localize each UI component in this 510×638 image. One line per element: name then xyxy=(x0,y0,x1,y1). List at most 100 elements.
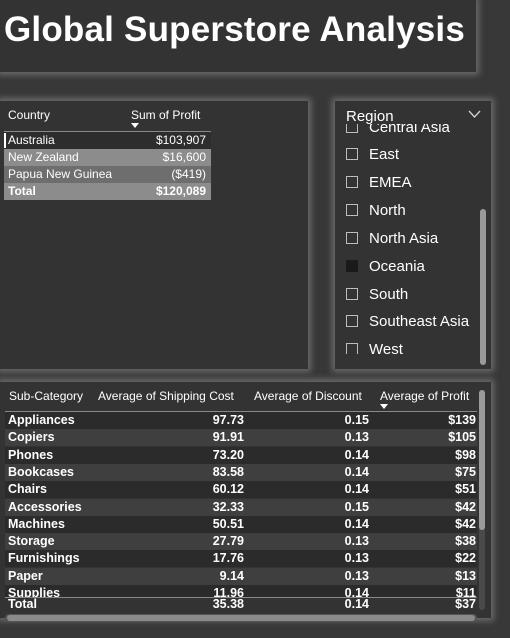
checkbox[interactable] xyxy=(346,124,358,133)
cell-country: New Zealand xyxy=(8,150,79,164)
cell-sub-category: Appliances xyxy=(8,413,75,427)
cell-avg-shipping-cost: 32.33 xyxy=(212,499,244,514)
slicer-item-label: Southeast Asia xyxy=(369,313,470,330)
row-selection-marker xyxy=(4,133,6,148)
cell-sub-category: Chairs xyxy=(8,482,47,497)
slicer-item-label: Oceania xyxy=(369,258,425,275)
cell-profit: $16,600 xyxy=(162,150,206,164)
cell-sub-category: Copiers xyxy=(8,430,55,445)
checkbox[interactable] xyxy=(346,343,358,354)
cell-avg-shipping-cost: 97.73 xyxy=(212,413,244,427)
cell-country: Papua New Guinea xyxy=(8,167,113,181)
horizontal-scrollbar-thumb[interactable] xyxy=(7,615,475,621)
cell-avg-discount: 0.14 xyxy=(344,464,369,479)
cell-sub-category: Furnishings xyxy=(8,551,80,566)
title-card: Global Superstore Analysis xyxy=(0,0,476,72)
cell-avg-shipping-cost: 17.76 xyxy=(212,551,244,566)
column-header-avg-discount[interactable]: Average of Discount xyxy=(254,389,362,403)
slicer-item-label: North xyxy=(369,202,406,219)
total-profit: $120,089 xyxy=(155,184,206,198)
subcategory-table[interactable]: Sub-Category Average of Shipping Cost Av… xyxy=(0,382,491,618)
checkbox[interactable] xyxy=(346,176,358,188)
cell-avg-shipping-cost: 50.51 xyxy=(212,516,244,531)
cell-avg-profit: $98 xyxy=(455,447,476,462)
cell-avg-discount: 0.13 xyxy=(344,568,369,583)
cell-avg-discount: 0.15 xyxy=(344,413,369,427)
cell-avg-discount: 0.13 xyxy=(344,430,369,445)
slicer-scrollbar[interactable] xyxy=(480,209,486,365)
cell-sub-category: Paper xyxy=(8,568,43,583)
cell-avg-profit: $42 xyxy=(455,516,476,531)
cell-profit: $103,907 xyxy=(155,133,206,147)
column-header-sub-category[interactable]: Sub-Category xyxy=(9,389,83,403)
cell-avg-profit: $38 xyxy=(455,534,476,549)
cell-sub-category: Accessories xyxy=(8,499,82,514)
cell-avg-discount: 0.15 xyxy=(344,499,369,514)
page-title: Global Superstore Analysis xyxy=(4,10,465,49)
cell-avg-profit: $75 xyxy=(455,464,476,479)
column-header-country[interactable]: Country xyxy=(8,108,50,122)
cell-avg-discount: 0.13 xyxy=(344,534,369,549)
table-row[interactable]: Appliances 97.73 0.15 $139 xyxy=(5,412,477,429)
table-row[interactable]: Papua New Guinea ($419) xyxy=(4,166,211,183)
region-slicer[interactable]: Region Central Asia East EMEA North Nort… xyxy=(335,101,491,369)
horizontal-scrollbar[interactable] xyxy=(5,614,477,622)
slicer-item-label: EMEA xyxy=(369,174,412,191)
checkbox[interactable] xyxy=(346,232,358,244)
cell-avg-shipping-cost: 27.79 xyxy=(212,534,244,549)
cell-profit: ($419) xyxy=(171,167,206,181)
checkbox[interactable] xyxy=(346,288,358,300)
table-row[interactable]: Accessories 32.33 0.15 $42 xyxy=(5,498,477,516)
slicer-title: Region xyxy=(346,108,394,125)
cell-avg-shipping-cost: 60.12 xyxy=(212,482,244,497)
table-row[interactable]: New Zealand $16,600 xyxy=(4,149,211,166)
total-label: Total xyxy=(8,597,37,611)
cell-avg-profit: $139 xyxy=(448,413,476,427)
total-avg-profit: $37 xyxy=(455,597,476,611)
table-row[interactable]: Chairs 60.12 0.14 $51 xyxy=(5,481,477,499)
cell-avg-profit: $13 xyxy=(455,568,476,583)
table-row[interactable]: Australia $103,907 xyxy=(4,132,211,149)
total-avg-shipping-cost: 35.38 xyxy=(212,597,244,611)
table-row[interactable]: Machines 50.51 0.14 $42 xyxy=(5,515,477,533)
cell-avg-discount: 0.14 xyxy=(344,516,369,531)
total-avg-discount: 0.14 xyxy=(344,597,369,611)
table-row[interactable]: Paper 9.14 0.13 $13 xyxy=(5,567,477,585)
total-label: Total xyxy=(8,184,36,198)
slicer-item-label: East xyxy=(369,146,400,163)
table-row[interactable]: Phones 73.20 0.14 $98 xyxy=(5,446,477,464)
cell-avg-shipping-cost: 9.14 xyxy=(219,568,244,583)
table-row[interactable]: Storage 27.79 0.13 $38 xyxy=(5,533,477,551)
cell-sub-category: Bookcases xyxy=(8,464,75,479)
checkbox[interactable] xyxy=(346,204,358,216)
slicer-item-label: North Asia xyxy=(369,230,439,247)
column-header-avg-shipping-cost[interactable]: Average of Shipping Cost xyxy=(98,389,234,403)
checkbox[interactable] xyxy=(346,315,358,327)
table-row[interactable]: Bookcases 83.58 0.14 $75 xyxy=(5,463,477,481)
table-scrollbar-thumb[interactable] xyxy=(479,390,485,530)
cell-avg-discount: 0.13 xyxy=(344,551,369,566)
cell-avg-discount: 0.14 xyxy=(344,447,369,462)
checkbox[interactable] xyxy=(346,148,358,160)
cell-sub-category: Machines xyxy=(8,516,65,531)
cell-sub-category: Storage xyxy=(8,534,55,549)
cell-avg-shipping-cost: 73.20 xyxy=(212,447,244,462)
cell-avg-profit: $105 xyxy=(448,430,476,445)
column-header-sum-of-profit[interactable]: Sum of Profit xyxy=(131,108,200,122)
sort-desc-icon xyxy=(131,123,139,128)
column-header-avg-profit[interactable]: Average of Profit xyxy=(380,389,469,403)
slicer-list[interactable]: Central Asia East EMEA North North Asia … xyxy=(335,124,491,354)
table-row[interactable]: Furnishings 17.76 0.13 $22 xyxy=(5,550,477,568)
cell-avg-profit: $51 xyxy=(455,482,476,497)
cell-country: Australia xyxy=(8,133,55,147)
checkbox-checked[interactable] xyxy=(346,260,358,272)
slicer-item-label: South xyxy=(369,286,409,303)
cell-avg-shipping-cost: 91.91 xyxy=(212,430,244,445)
cell-avg-discount: 0.14 xyxy=(344,482,369,497)
country-profit-table[interactable]: Country Sum of Profit Australia $103,907… xyxy=(0,101,308,369)
table-row[interactable]: Copiers 91.91 0.13 $105 xyxy=(5,429,477,447)
chevron-down-icon[interactable] xyxy=(468,107,481,122)
slicer-item-label: West xyxy=(369,341,403,354)
total-row: Total 35.38 0.14 $37 xyxy=(5,597,477,615)
cell-avg-profit: $42 xyxy=(455,499,476,514)
